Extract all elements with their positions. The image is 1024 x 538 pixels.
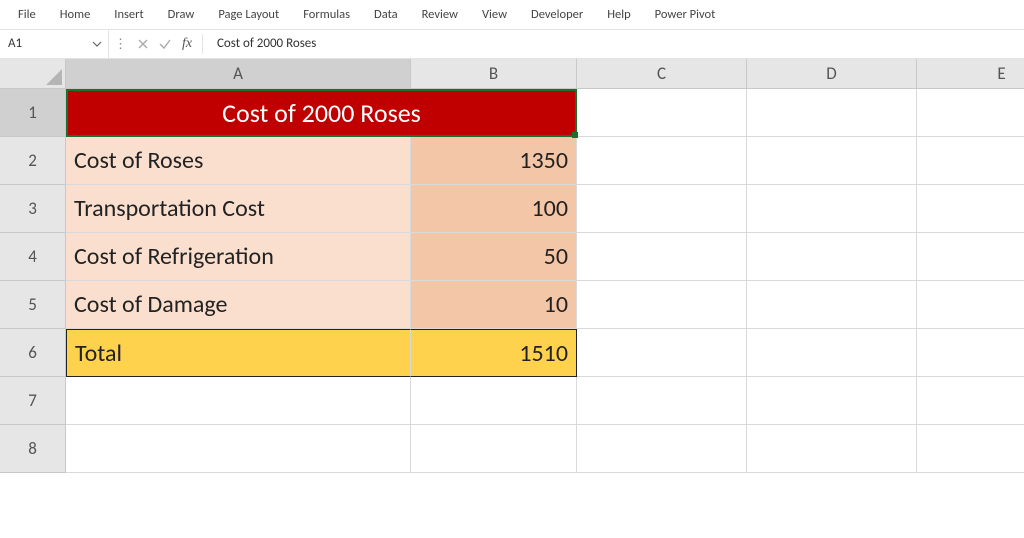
tab-review[interactable]: Review [410, 1, 470, 28]
cell-C6[interactable] [577, 329, 747, 377]
check-icon[interactable] [154, 33, 176, 55]
cell-E4[interactable] [917, 233, 1024, 281]
cell-A7[interactable] [66, 377, 411, 425]
cell-C1[interactable] [577, 89, 747, 137]
tab-data[interactable]: Data [362, 1, 410, 28]
cell-E5[interactable] [917, 281, 1024, 329]
cell-D1[interactable] [747, 89, 917, 137]
col-header-D[interactable]: D [747, 59, 917, 89]
col-header-C[interactable]: C [577, 59, 747, 89]
formula-input[interactable]: Cost of 2000 Roses [207, 30, 1024, 58]
col-header-E[interactable]: E [917, 59, 1024, 89]
cell-A1-title[interactable]: Cost of 2000 Roses [66, 89, 577, 137]
tab-help[interactable]: Help [595, 1, 642, 28]
name-box-container: A1 [0, 30, 109, 58]
tab-power-pivot[interactable]: Power Pivot [643, 1, 728, 28]
fx-icon[interactable]: fx [176, 33, 198, 55]
tab-file[interactable]: File [6, 1, 48, 28]
cell-E6[interactable] [917, 329, 1024, 377]
divider [202, 34, 203, 54]
cell-B8[interactable] [411, 425, 577, 473]
cell-C5[interactable] [577, 281, 747, 329]
tab-formulas[interactable]: Formulas [291, 1, 362, 28]
row-header-4[interactable]: 4 [0, 233, 66, 281]
tab-view[interactable]: View [470, 1, 519, 28]
row-header-7[interactable]: 7 [0, 377, 66, 425]
tab-developer[interactable]: Developer [519, 1, 595, 28]
cell-A2[interactable]: Cost of Roses [66, 137, 411, 185]
cell-A5[interactable]: Cost of Damage [66, 281, 411, 329]
cell-A8[interactable] [66, 425, 411, 473]
cell-E3[interactable] [917, 185, 1024, 233]
cell-B2[interactable]: 1350 [411, 137, 577, 185]
cell-D7[interactable] [747, 377, 917, 425]
row-header-1[interactable]: 1 [0, 89, 66, 137]
cell-D5[interactable] [747, 281, 917, 329]
cell-A4[interactable]: Cost of Refrigeration [66, 233, 411, 281]
name-box[interactable]: A1 [0, 30, 86, 58]
cell-E8[interactable] [917, 425, 1024, 473]
cell-B3[interactable]: 100 [411, 185, 577, 233]
cell-D3[interactable] [747, 185, 917, 233]
tab-home[interactable]: Home [48, 1, 103, 28]
col-header-B[interactable]: B [411, 59, 577, 89]
cell-B7[interactable] [411, 377, 577, 425]
cell-D4[interactable] [747, 233, 917, 281]
spreadsheet-grid: A B C D E 1 Cost of 2000 Roses 2 Cost of… [0, 59, 1024, 473]
cell-E2[interactable] [917, 137, 1024, 185]
cell-A3[interactable]: Transportation Cost [66, 185, 411, 233]
row-header-8[interactable]: 8 [0, 425, 66, 473]
cell-E7[interactable] [917, 377, 1024, 425]
cell-A6-total-label[interactable]: Total [66, 329, 411, 377]
cell-C7[interactable] [577, 377, 747, 425]
cell-C4[interactable] [577, 233, 747, 281]
row-header-3[interactable]: 3 [0, 185, 66, 233]
tab-insert[interactable]: Insert [102, 1, 155, 28]
cell-B5[interactable]: 10 [411, 281, 577, 329]
row-header-6[interactable]: 6 [0, 329, 66, 377]
ribbon-tabs: File Home Insert Draw Page Layout Formul… [0, 0, 1024, 29]
cell-C3[interactable] [577, 185, 747, 233]
tab-draw[interactable]: Draw [156, 1, 207, 28]
tab-page-layout[interactable]: Page Layout [206, 1, 291, 28]
cell-B6-total-value[interactable]: 1510 [411, 329, 577, 377]
row-header-5[interactable]: 5 [0, 281, 66, 329]
cell-E1[interactable] [917, 89, 1024, 137]
cell-B4[interactable]: 50 [411, 233, 577, 281]
col-header-A[interactable]: A [66, 59, 411, 89]
select-all-corner[interactable] [0, 59, 66, 89]
cancel-icon[interactable] [132, 33, 154, 55]
cell-C2[interactable] [577, 137, 747, 185]
chevron-down-icon[interactable] [86, 30, 108, 58]
cell-C8[interactable] [577, 425, 747, 473]
vertical-dots-icon[interactable]: ⋮ [109, 37, 132, 52]
cell-D8[interactable] [747, 425, 917, 473]
cell-D2[interactable] [747, 137, 917, 185]
formula-bar: A1 ⋮ fx Cost of 2000 Roses [0, 29, 1024, 59]
row-header-2[interactable]: 2 [0, 137, 66, 185]
cell-D6[interactable] [747, 329, 917, 377]
